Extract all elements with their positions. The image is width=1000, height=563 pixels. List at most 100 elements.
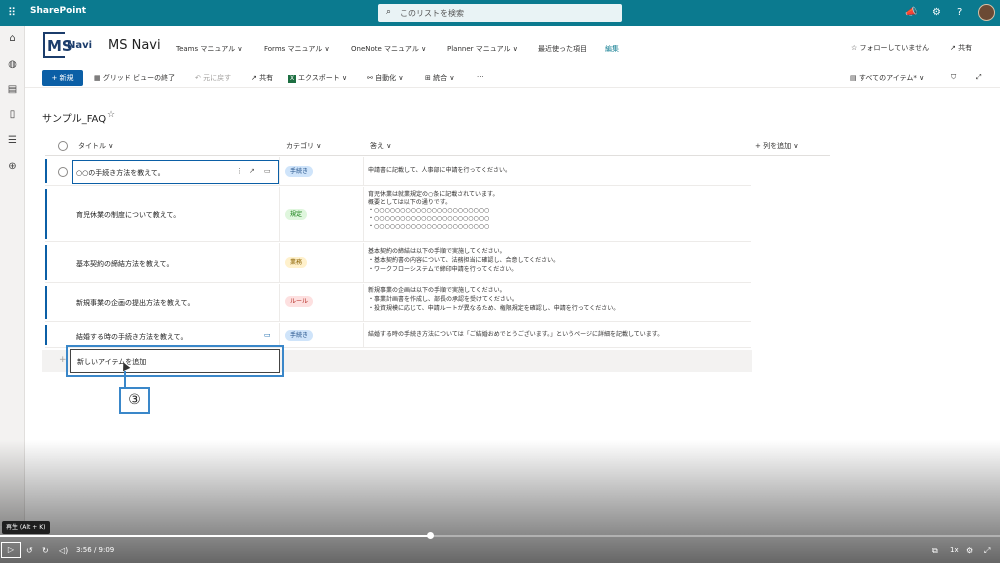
filter-icon[interactable]: ⛉ xyxy=(951,73,956,82)
play-icon[interactable]: ▷ xyxy=(1,542,21,558)
column-divider xyxy=(363,157,364,185)
cell-answer-line[interactable]: 基本契約の締結は以下の手順で実施してください。 xyxy=(368,248,506,256)
table-row[interactable]: 基本契約の締結方法を教えて。 業務 基本契約の締結は以下の手順で実施してください… xyxy=(45,243,751,283)
megaphone-icon[interactable]: 📣 xyxy=(905,7,917,18)
volume-icon[interactable]: ◁) xyxy=(59,546,68,555)
nav-forms[interactable]: Forms マニュアル ∨ xyxy=(264,44,330,54)
cell-answer-line[interactable]: ・ワークフローシステムで締印申請を行ってください。 xyxy=(368,266,517,274)
settings-icon[interactable]: ⚙ xyxy=(966,546,973,555)
file-icon[interactable]: ▯ xyxy=(6,108,19,121)
exit-grid-button[interactable]: ▦ グリッド ビューの終了 xyxy=(94,73,175,83)
cell-title[interactable]: 基本契約の締結方法を教えて。 xyxy=(76,259,173,269)
suite-bar: ⠿ SharePoint ⌕ このリストを検索 📣 ⚙ ? xyxy=(0,0,1000,26)
cell-answer-line[interactable]: ・○○○○○○○○○○○○○○○○○○○○○○ xyxy=(368,223,489,231)
select-all-checkbox[interactable] xyxy=(58,141,68,151)
command-bar: + 新規 ▦ グリッド ビューの終了 ↶ 元に戻す ↗ 共有 X エクスポート ∨… xyxy=(25,68,1000,88)
row-indicator xyxy=(45,159,47,183)
excel-icon: X xyxy=(288,75,296,83)
nav-teams[interactable]: Teams マニュアル ∨ xyxy=(176,44,243,54)
home-icon[interactable]: ⌂ xyxy=(6,32,19,45)
video-progress-bar[interactable] xyxy=(0,535,1000,537)
search-icon: ⌕ xyxy=(386,7,392,17)
forward-icon[interactable]: ↻ xyxy=(42,546,49,555)
list-icon[interactable]: ☰ xyxy=(6,134,19,147)
playback-speed[interactable]: 1x xyxy=(950,546,959,554)
table-row[interactable]: 育児休業の制度について教えて。 規定 育児休業は就業規定の○条に記載されています… xyxy=(45,187,751,242)
category-badge[interactable]: ルール xyxy=(285,296,314,307)
news-icon[interactable]: ▤ xyxy=(6,83,19,96)
comment-icon[interactable]: ▭ xyxy=(264,331,271,339)
cell-answer-line[interactable]: ・○○○○○○○○○○○○○○○○○○○○○○ xyxy=(368,215,489,223)
more-options-icon[interactable]: ⋮ xyxy=(236,167,243,175)
gear-icon[interactable]: ⚙ xyxy=(932,7,941,18)
cell-answer-line[interactable]: ・投資規模に応じて、申請ルートが異なるため、権限規定を確認し、申請を行ってくださ… xyxy=(368,305,619,313)
automate-button[interactable]: ⚯ 自動化 ∨ xyxy=(367,73,403,83)
category-badge[interactable]: 手続き xyxy=(285,166,314,177)
annotation-pointer xyxy=(124,371,126,388)
integrate-button[interactable]: ⊞ 統合 ∨ xyxy=(425,73,454,83)
favorite-star-icon[interactable]: ☆ xyxy=(107,110,115,120)
export-button[interactable]: X エクスポート ∨ xyxy=(288,73,347,83)
new-label: 新規 xyxy=(59,74,74,82)
column-header-answer[interactable]: 答え ∨ xyxy=(370,141,391,151)
follow-button[interactable]: ☆ フォローしていません xyxy=(851,43,929,53)
add-circle-icon[interactable]: ⊕ xyxy=(6,160,19,173)
cell-answer-line[interactable]: 結婚する時の手続き方法については「ご結婚おめでとうございます。」というページに詳… xyxy=(368,331,663,339)
category-badge[interactable]: 業務 xyxy=(285,257,308,268)
new-button[interactable]: + 新規 xyxy=(42,70,83,86)
cell-answer-line[interactable]: ・基本契約書の内容について、法務担当に確認し、合意してください。 xyxy=(368,257,559,265)
category-badge[interactable]: 規定 xyxy=(285,209,308,220)
table-row[interactable]: 新規事業の企画の提出方法を教えて。 ルール 新規事業の企画は以下の手順で実施して… xyxy=(45,284,751,322)
cell-answer-line[interactable]: 申請書に記載して、人事部に申請を行ってください。 xyxy=(368,167,511,175)
app-launcher-icon[interactable]: ⠿ xyxy=(8,7,20,19)
add-column-button[interactable]: + 列を追加 ∨ xyxy=(755,141,798,151)
share-list-button[interactable]: ↗ 共有 xyxy=(251,73,273,83)
column-divider xyxy=(279,323,280,347)
selected-cell[interactable] xyxy=(72,160,279,184)
cell-answer-line[interactable]: 新規事業の企画は以下の手順で実施してください。 xyxy=(368,287,506,295)
column-header-category[interactable]: カテゴリ ∨ xyxy=(286,141,321,151)
site-title[interactable]: MS Navi xyxy=(108,38,161,53)
nav-onenote[interactable]: OneNote マニュアル ∨ xyxy=(351,44,426,54)
app-name[interactable]: SharePoint xyxy=(30,6,86,16)
undo-button[interactable]: ↶ 元に戻す xyxy=(195,73,231,83)
header-divider xyxy=(45,155,830,156)
column-divider xyxy=(363,284,364,321)
cell-answer-line[interactable]: ・事業計画書を作成し、部長の承認を受けてください。 xyxy=(368,296,518,304)
nav-planner[interactable]: Planner マニュアル ∨ xyxy=(447,44,518,54)
video-progress-handle[interactable] xyxy=(427,532,434,539)
row-indicator xyxy=(45,286,47,319)
view-selector[interactable]: ▤ すべてのアイテム* ∨ xyxy=(850,73,924,83)
globe-icon[interactable]: ◍ xyxy=(6,58,19,71)
integrate-icon: ⊞ xyxy=(425,74,431,82)
video-progress-fill xyxy=(0,535,430,537)
cell-answer-line[interactable]: 概要としては以下の通りです。 xyxy=(368,199,451,207)
column-header-title[interactable]: タイトル ∨ xyxy=(78,141,113,151)
cell-title[interactable]: 育児休業の制度について教えて。 xyxy=(76,210,180,220)
new-item-placeholder: 新しいアイテムを追加 xyxy=(77,358,147,366)
search-placeholder: このリストを検索 xyxy=(400,9,464,18)
share-icon[interactable]: ↗ xyxy=(249,167,255,175)
share-button[interactable]: ↗ 共有 xyxy=(950,43,972,53)
captions-icon[interactable]: ⧉ xyxy=(932,546,938,556)
nav-edit[interactable]: 編集 xyxy=(605,44,619,54)
cell-title[interactable]: 結婚する時の手続き方法を教えて。 xyxy=(76,332,187,342)
row-checkbox[interactable] xyxy=(58,167,68,177)
rewind-icon[interactable]: ↺ xyxy=(26,546,33,555)
category-badge[interactable]: 手続き xyxy=(285,330,314,341)
site-logo[interactable]: MS Navi xyxy=(43,32,92,60)
site-header: MS Navi MS Navi Teams マニュアル ∨ Forms マニュア… xyxy=(25,26,1000,68)
expand-icon[interactable]: ⤢ xyxy=(976,73,982,82)
new-item-input[interactable]: 新しいアイテムを追加 xyxy=(70,349,280,373)
search-box[interactable]: ⌕ このリストを検索 xyxy=(378,4,622,22)
avatar[interactable] xyxy=(978,4,995,21)
cell-title[interactable]: 新規事業の企画の提出方法を教えて。 xyxy=(76,298,194,308)
cell-answer-line[interactable]: 育児休業は就業規定の○条に記載されています。 xyxy=(368,191,498,199)
nav-recent[interactable]: 最近使った項目 xyxy=(538,44,587,54)
help-icon[interactable]: ? xyxy=(957,7,962,18)
comment-icon[interactable]: ▭ xyxy=(264,167,271,175)
more-button[interactable]: ··· xyxy=(477,73,484,81)
fullscreen-icon[interactable]: ⤢ xyxy=(984,546,990,556)
cell-answer-line[interactable]: ・○○○○○○○○○○○○○○○○○○○○○○ xyxy=(368,207,489,215)
export-label: エクスポート ∨ xyxy=(298,74,348,82)
